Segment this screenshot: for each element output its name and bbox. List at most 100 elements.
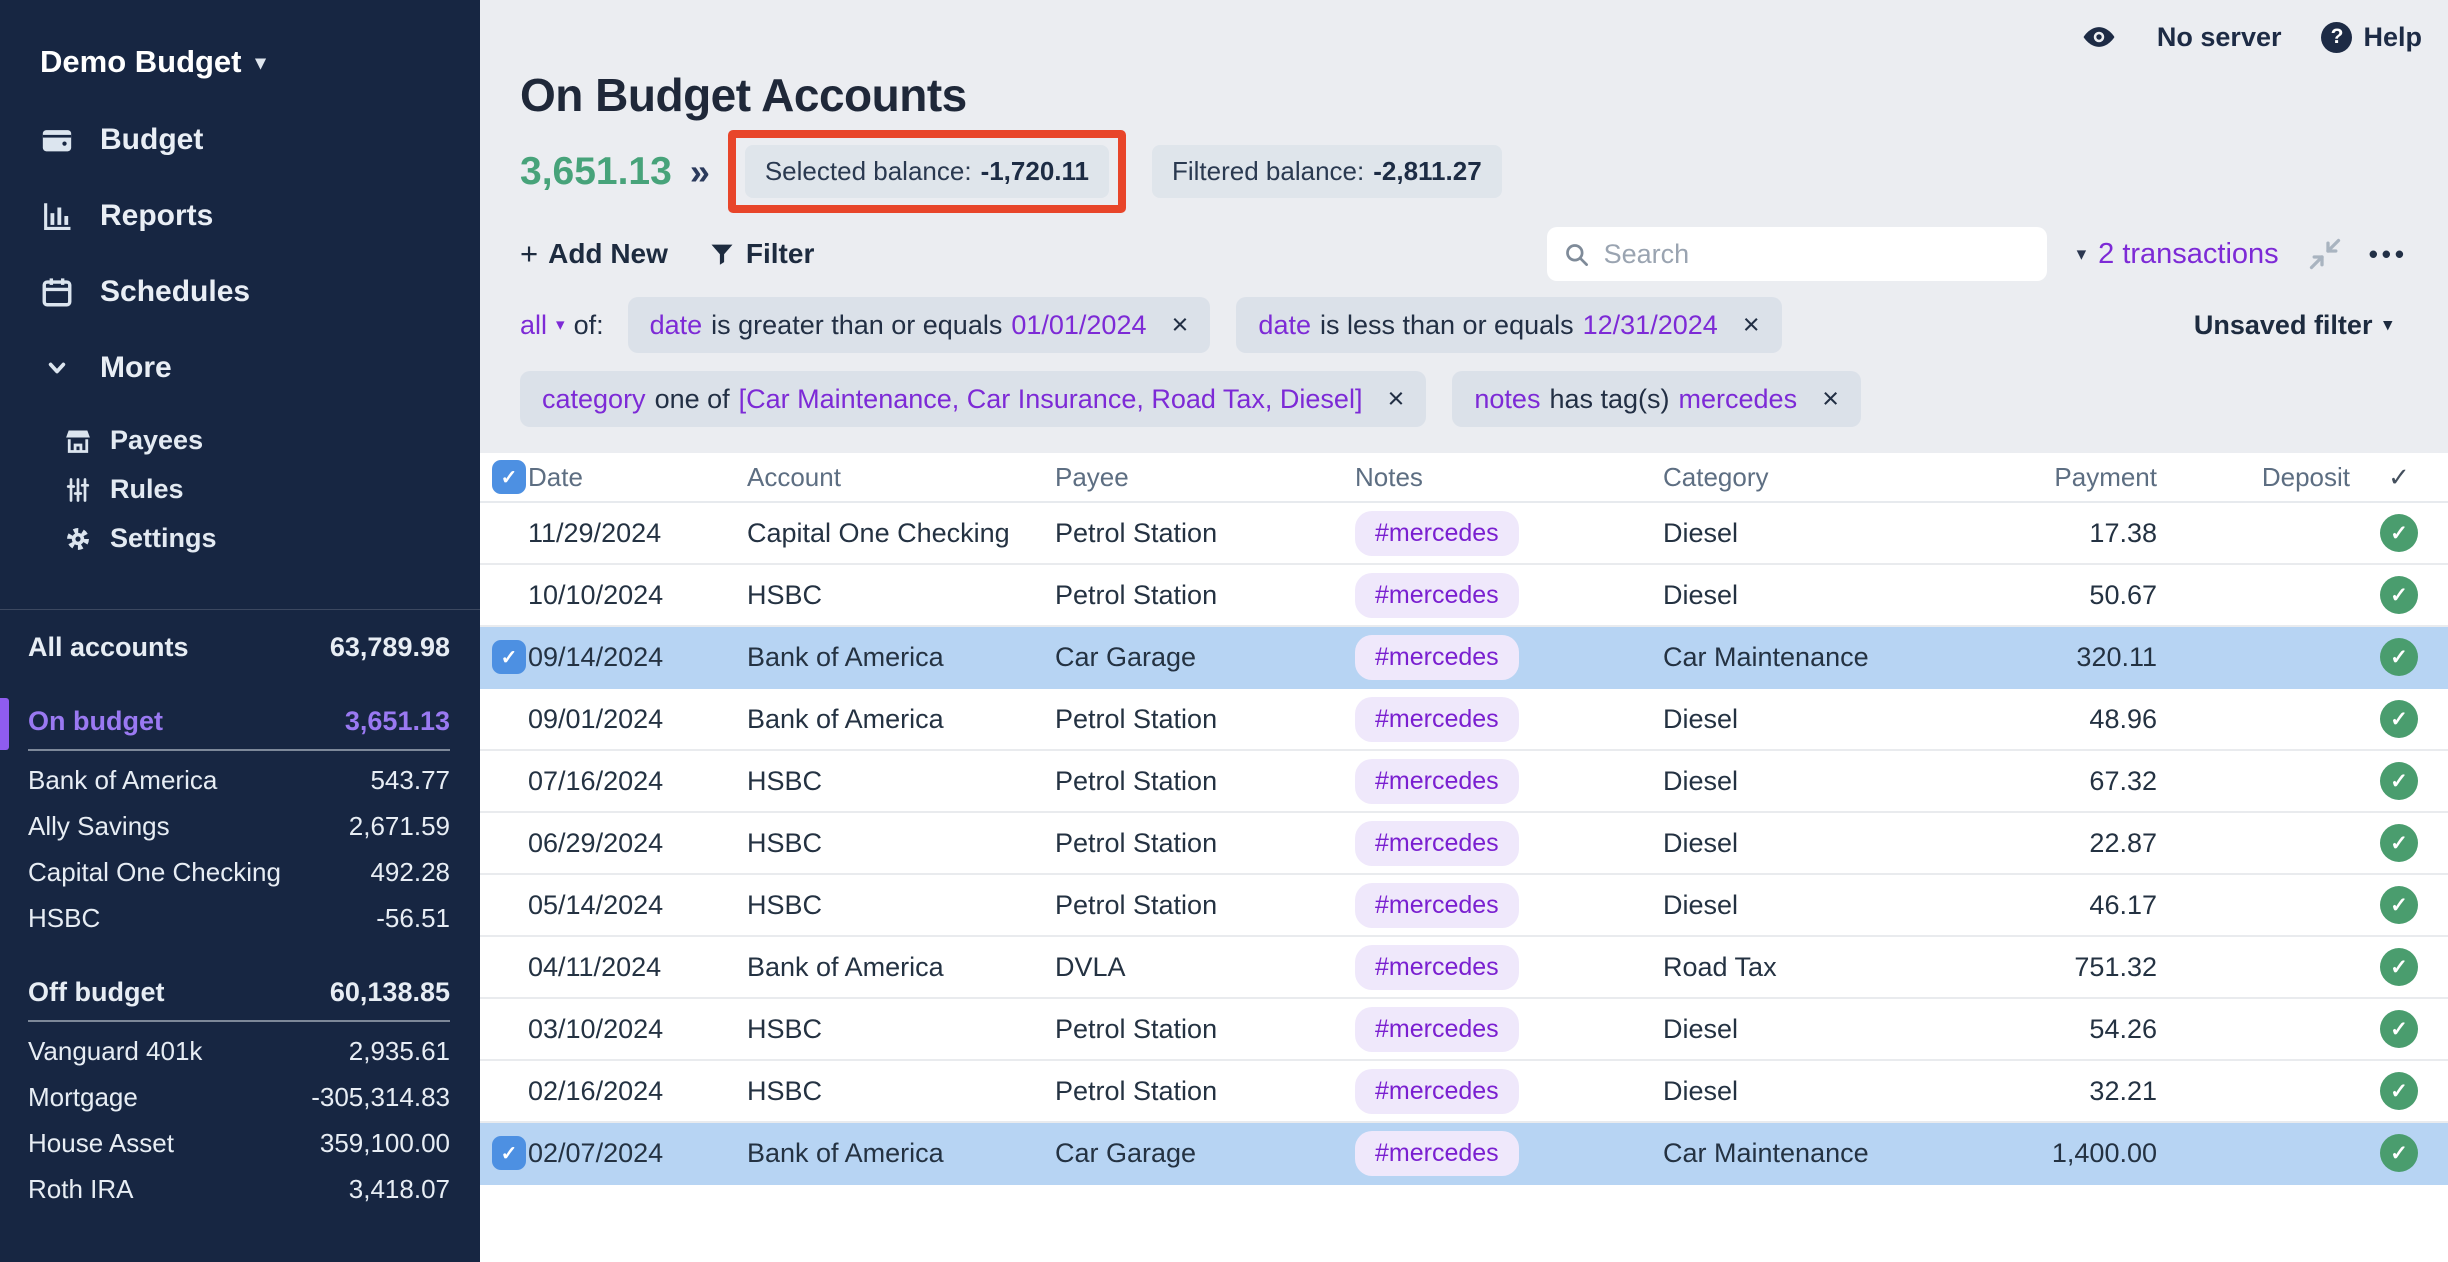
cleared-check-icon[interactable]: ✓ bbox=[2380, 700, 2418, 738]
cell-notes[interactable]: #mercedes bbox=[1355, 883, 1663, 928]
sidebar-item-settings[interactable]: Settings bbox=[0, 514, 480, 563]
cell-account[interactable]: HSBC bbox=[747, 580, 1055, 611]
cell-payee[interactable]: Petrol Station bbox=[1055, 1014, 1355, 1045]
cell-date[interactable]: 02/07/2024 bbox=[528, 1138, 747, 1169]
cleared-check-icon[interactable]: ✓ bbox=[2380, 638, 2418, 676]
cell-payee[interactable]: Petrol Station bbox=[1055, 580, 1355, 611]
close-icon[interactable]: × bbox=[1822, 385, 1839, 414]
table-row[interactable]: ✓ 04/11/2024 Bank of America DVLA #merce… bbox=[480, 937, 2448, 999]
row-checkbox[interactable]: ✓ bbox=[492, 1136, 526, 1170]
cell-account[interactable]: Capital One Checking bbox=[747, 518, 1055, 549]
cleared-check-icon[interactable]: ✓ bbox=[2380, 948, 2418, 986]
budget-switcher[interactable]: Demo Budget ▾ bbox=[40, 44, 440, 80]
cell-notes[interactable]: #mercedes bbox=[1355, 1131, 1663, 1176]
table-row[interactable]: ✓ 02/07/2024 Bank of America Car Garage … bbox=[480, 1123, 2448, 1185]
sidebar-item-more[interactable]: More bbox=[0, 330, 480, 406]
account-row[interactable]: House Asset 359,100.00 bbox=[28, 1120, 450, 1166]
collapse-icon[interactable] bbox=[2307, 236, 2343, 272]
cleared-check-icon[interactable]: ✓ bbox=[2380, 514, 2418, 552]
note-tag[interactable]: #mercedes bbox=[1355, 511, 1519, 556]
note-tag[interactable]: #mercedes bbox=[1355, 697, 1519, 742]
note-tag[interactable]: #mercedes bbox=[1355, 635, 1519, 680]
cell-notes[interactable]: #mercedes bbox=[1355, 759, 1663, 804]
cell-payee[interactable]: Petrol Station bbox=[1055, 890, 1355, 921]
cleared-check-icon[interactable]: ✓ bbox=[2380, 1134, 2418, 1172]
cell-date[interactable]: 04/11/2024 bbox=[528, 952, 747, 983]
double-chevron-icon[interactable]: » bbox=[690, 151, 710, 193]
cell-payment[interactable]: 67.32 bbox=[1973, 766, 2157, 797]
cell-payment[interactable]: 50.67 bbox=[1973, 580, 2157, 611]
cell-account[interactable]: HSBC bbox=[747, 1076, 1055, 1107]
off-budget-header[interactable]: Off budget 60,138.85 bbox=[28, 977, 450, 1022]
cell-date[interactable]: 02/16/2024 bbox=[528, 1076, 747, 1107]
note-tag[interactable]: #mercedes bbox=[1355, 821, 1519, 866]
table-row[interactable]: ✓ 02/16/2024 HSBC Petrol Station #merced… bbox=[480, 1061, 2448, 1123]
close-icon[interactable]: × bbox=[1743, 311, 1760, 340]
col-header-payee[interactable]: Payee bbox=[1055, 462, 1355, 493]
cleared-check-icon[interactable]: ✓ bbox=[2380, 1010, 2418, 1048]
cell-payment[interactable]: 46.17 bbox=[1973, 890, 2157, 921]
cleared-check-icon[interactable]: ✓ bbox=[2380, 762, 2418, 800]
cell-date[interactable]: 07/16/2024 bbox=[528, 766, 747, 797]
filter-chip[interactable]: date is less than or equals 12/31/2024 × bbox=[1236, 297, 1781, 353]
note-tag[interactable]: #mercedes bbox=[1355, 573, 1519, 618]
cell-payee[interactable]: DVLA bbox=[1055, 952, 1355, 983]
close-icon[interactable]: × bbox=[1387, 385, 1404, 414]
cell-notes[interactable]: #mercedes bbox=[1355, 1007, 1663, 1052]
cell-payee[interactable]: Petrol Station bbox=[1055, 704, 1355, 735]
cell-date[interactable]: 05/14/2024 bbox=[528, 890, 747, 921]
add-new-button[interactable]: + Add New bbox=[520, 236, 668, 272]
cell-account[interactable]: Bank of America bbox=[747, 952, 1055, 983]
cell-notes[interactable]: #mercedes bbox=[1355, 635, 1663, 680]
cell-date[interactable]: 06/29/2024 bbox=[528, 828, 747, 859]
cell-payment[interactable]: 1,400.00 bbox=[1973, 1138, 2157, 1169]
cell-category[interactable]: Diesel bbox=[1663, 1014, 1973, 1045]
note-tag[interactable]: #mercedes bbox=[1355, 759, 1519, 804]
table-row[interactable]: ✓ 09/14/2024 Bank of America Car Garage … bbox=[480, 627, 2448, 689]
cell-notes[interactable]: #mercedes bbox=[1355, 821, 1663, 866]
col-header-account[interactable]: Account bbox=[747, 462, 1055, 493]
more-options-icon[interactable]: ••• bbox=[2369, 239, 2408, 270]
filter-chip[interactable]: category one of [Car Maintenance, Car In… bbox=[520, 371, 1426, 427]
col-header-category[interactable]: Category bbox=[1663, 462, 1973, 493]
cell-payment[interactable]: 22.87 bbox=[1973, 828, 2157, 859]
cell-notes[interactable]: #mercedes bbox=[1355, 1069, 1663, 1114]
cell-notes[interactable]: #mercedes bbox=[1355, 573, 1663, 618]
col-header-cleared-icon[interactable]: ✓ bbox=[2350, 462, 2448, 493]
cell-payee[interactable]: Petrol Station bbox=[1055, 1076, 1355, 1107]
cell-account[interactable]: HSBC bbox=[747, 766, 1055, 797]
cell-payment[interactable]: 48.96 bbox=[1973, 704, 2157, 735]
note-tag[interactable]: #mercedes bbox=[1355, 1007, 1519, 1052]
col-header-date[interactable]: Date bbox=[528, 462, 747, 493]
account-row[interactable]: Ally Savings 2,671.59 bbox=[28, 803, 450, 849]
sidebar-item-schedules[interactable]: Schedules bbox=[0, 254, 480, 330]
cell-date[interactable]: 11/29/2024 bbox=[528, 518, 747, 549]
all-accounts-row[interactable]: All accounts 63,789.98 bbox=[28, 630, 450, 664]
cell-account[interactable]: HSBC bbox=[747, 890, 1055, 921]
search-box[interactable] bbox=[1547, 227, 2047, 281]
col-header-notes[interactable]: Notes bbox=[1355, 462, 1663, 493]
note-tag[interactable]: #mercedes bbox=[1355, 1069, 1519, 1114]
search-input[interactable] bbox=[1604, 239, 2031, 270]
cell-date[interactable]: 10/10/2024 bbox=[528, 580, 747, 611]
filter-chip[interactable]: date is greater than or equals 01/01/202… bbox=[628, 297, 1211, 353]
on-budget-header[interactable]: On budget 3,651.13 bbox=[28, 706, 450, 751]
help-button[interactable]: ? Help bbox=[2321, 22, 2422, 53]
cell-category[interactable]: Diesel bbox=[1663, 766, 1973, 797]
match-mode[interactable]: all bbox=[520, 310, 547, 341]
cell-payee[interactable]: Petrol Station bbox=[1055, 828, 1355, 859]
cell-date[interactable]: 09/14/2024 bbox=[528, 642, 747, 673]
note-tag[interactable]: #mercedes bbox=[1355, 945, 1519, 990]
filter-chip[interactable]: notes has tag(s) mercedes × bbox=[1452, 371, 1861, 427]
cleared-check-icon[interactable]: ✓ bbox=[2380, 824, 2418, 862]
cell-category[interactable]: Diesel bbox=[1663, 518, 1973, 549]
sidebar-item-budget[interactable]: Budget bbox=[0, 102, 480, 178]
table-row[interactable]: ✓ 07/16/2024 HSBC Petrol Station #merced… bbox=[480, 751, 2448, 813]
table-row[interactable]: ✓ 10/10/2024 HSBC Petrol Station #merced… bbox=[480, 565, 2448, 627]
table-row[interactable]: ✓ 09/01/2024 Bank of America Petrol Stat… bbox=[480, 689, 2448, 751]
cell-account[interactable]: HSBC bbox=[747, 1014, 1055, 1045]
table-row[interactable]: ✓ 06/29/2024 HSBC Petrol Station #merced… bbox=[480, 813, 2448, 875]
cell-payment[interactable]: 751.32 bbox=[1973, 952, 2157, 983]
cell-account[interactable]: Bank of America bbox=[747, 704, 1055, 735]
cell-payment[interactable]: 54.26 bbox=[1973, 1014, 2157, 1045]
